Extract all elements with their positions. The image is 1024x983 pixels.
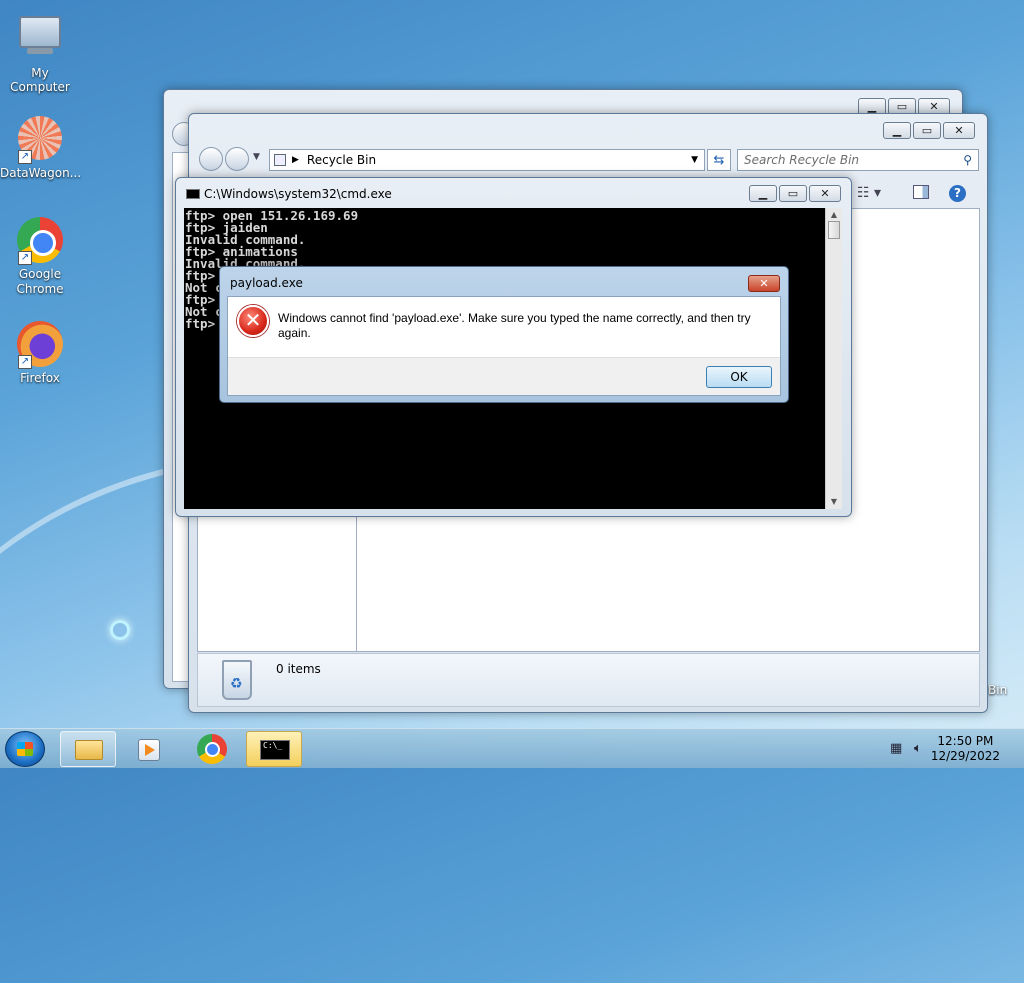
- ok-button[interactable]: OK: [706, 366, 772, 388]
- desktop-icon-label: Google Chrome: [16, 267, 64, 296]
- dialog-body: ✕ Windows cannot find 'payload.exe'. Mak…: [227, 296, 781, 396]
- volume-icon[interactable]: 🔈︎: [914, 741, 930, 757]
- minimize-button[interactable]: ▁: [883, 122, 911, 139]
- clock-date: 12/29/2022: [930, 749, 1000, 763]
- search-placeholder: Search Recycle Bin: [744, 153, 860, 167]
- taskbar: C:\_ ▦ 🔈︎ 12:50 PM 12/29/2022: [0, 728, 1024, 768]
- maximize-button[interactable]: ▭: [913, 122, 941, 139]
- help-icon[interactable]: ?: [949, 185, 966, 202]
- forward-button[interactable]: [225, 147, 249, 171]
- recycle-bin-small-icon: [274, 154, 286, 166]
- window-controls: ▁ ▭ ✕: [883, 122, 975, 139]
- network-icon[interactable]: ▦: [890, 741, 906, 757]
- close-button[interactable]: ✕: [809, 185, 841, 202]
- dialog-message: Windows cannot find 'payload.exe'. Make …: [278, 311, 751, 340]
- desktop-icon-my-computer[interactable]: My Computer: [0, 10, 80, 94]
- taskbar-cmd[interactable]: C:\_: [246, 731, 302, 767]
- address-bar[interactable]: ▶ Recycle Bin ▼: [269, 149, 705, 171]
- desktop-icon-datawagon[interactable]: ↗ DataWagon...: [0, 114, 82, 180]
- dialog-close-button[interactable]: ✕: [748, 275, 780, 292]
- desktop-partial-label[interactable]: Bin: [988, 683, 1007, 697]
- scroll-down-arrow-icon[interactable]: ▼: [826, 497, 842, 506]
- search-icon[interactable]: ⚲: [963, 153, 972, 167]
- system-clock[interactable]: 12:50 PM 12/29/2022: [931, 734, 1000, 764]
- taskbar-chrome[interactable]: [183, 731, 239, 767]
- cmd-scrollbar[interactable]: ▲ ▼: [825, 208, 842, 509]
- scroll-up-arrow-icon[interactable]: ▲: [826, 210, 842, 219]
- cmd-window-title: C:\Windows\system32\cmd.exe: [204, 187, 392, 201]
- dialog-footer: OK: [228, 357, 780, 395]
- chrome-icon: [197, 734, 227, 764]
- dialog-title: payload.exe: [230, 276, 303, 290]
- media-player-icon: [138, 739, 160, 761]
- recycle-bin-large-icon: ♻: [222, 660, 252, 700]
- preview-pane-icon[interactable]: [913, 185, 929, 199]
- cmd-icon: C:\_: [260, 740, 290, 760]
- details-pane: ♻ 0 items: [197, 653, 980, 707]
- desktop-icon-google-chrome[interactable]: ↗ Google Chrome: [0, 216, 80, 297]
- taskbar-media-player[interactable]: [120, 731, 176, 767]
- start-button[interactable]: [5, 731, 45, 767]
- shortcut-arrow-icon: ↗: [18, 251, 32, 265]
- desktop-icon-label: Firefox: [20, 371, 60, 385]
- address-text: Recycle Bin: [306, 153, 377, 167]
- cmd-line: ftp> open 151.26.169.69: [185, 208, 359, 223]
- cmd-icon: [186, 189, 200, 199]
- change-view-icon[interactable]: ☷ ▾: [857, 185, 881, 201]
- error-icon: ✕: [237, 305, 269, 337]
- desktop-icon-label: DataWagon...: [0, 166, 82, 180]
- desktop-icon-firefox[interactable]: ↗ Firefox: [0, 320, 80, 385]
- back-button[interactable]: [199, 147, 223, 171]
- error-dialog[interactable]: payload.exe ✕ ✕ Windows cannot find 'pay…: [219, 266, 789, 403]
- firefox-icon: ↗: [16, 321, 64, 369]
- clock-time: 12:50 PM: [937, 734, 994, 748]
- search-input[interactable]: Search Recycle Bin ⚲: [737, 149, 979, 171]
- window-controls: ▁ ▭ ✕: [749, 185, 841, 202]
- folder-icon: [75, 740, 103, 760]
- breadcrumb-chevron-icon[interactable]: ▶: [292, 155, 299, 165]
- minimize-button[interactable]: ▁: [749, 185, 777, 202]
- shortcut-arrow-icon: ↗: [18, 355, 32, 369]
- close-button[interactable]: ✕: [943, 122, 975, 139]
- computer-icon: [16, 16, 64, 64]
- address-dropdown-icon[interactable]: ▼: [691, 155, 698, 165]
- item-count: 0 items: [276, 662, 321, 676]
- shortcut-arrow-icon: ↗: [18, 150, 32, 164]
- scroll-thumb[interactable]: [828, 221, 840, 239]
- wallpaper-orb: [110, 620, 130, 640]
- maximize-button[interactable]: ▭: [779, 185, 807, 202]
- taskbar-explorer[interactable]: [60, 731, 116, 767]
- desktop-icon-label: My Computer: [10, 66, 70, 94]
- chrome-icon: ↗: [16, 217, 64, 265]
- refresh-button[interactable]: ⇆: [707, 149, 731, 171]
- recent-pages-chevron-icon[interactable]: ▼: [253, 152, 260, 162]
- datawagon-icon: ↗: [16, 116, 64, 164]
